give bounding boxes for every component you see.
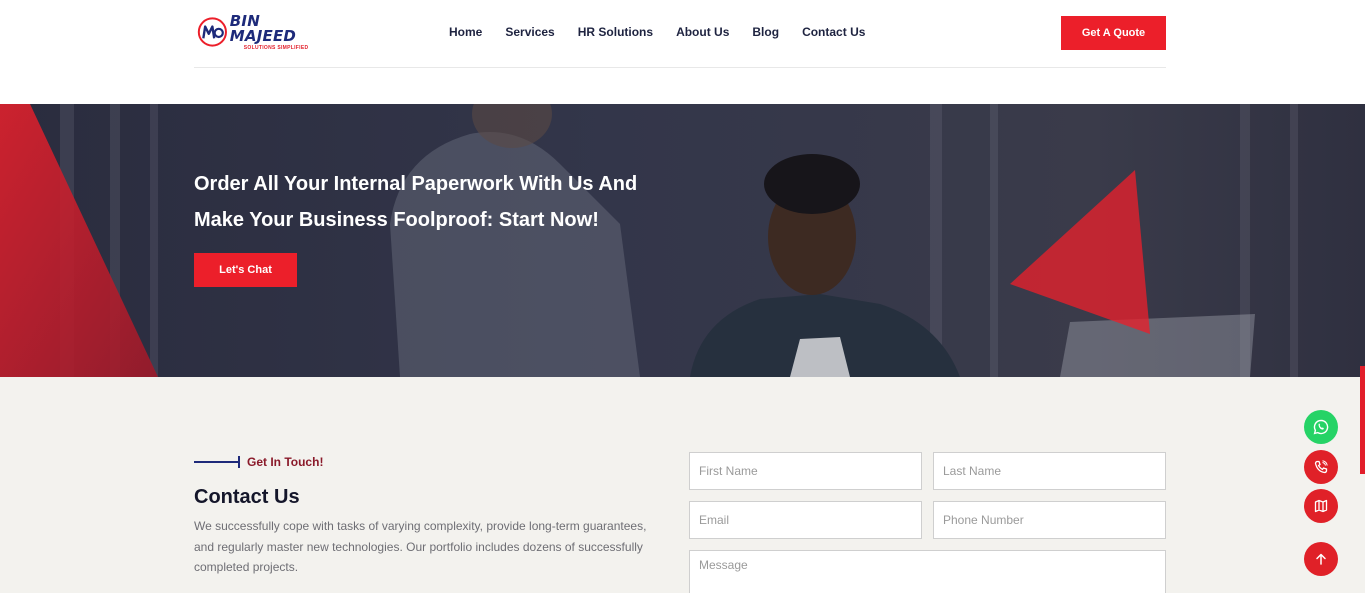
section-kicker: Get In Touch!	[194, 455, 323, 469]
arrow-up-icon	[1316, 553, 1326, 565]
phone-icon	[1314, 460, 1328, 474]
hero-title-line-1: Order All Your Internal Paperwork With U…	[194, 173, 638, 195]
hero-title: Order All Your Internal Paperwork With U…	[194, 166, 714, 238]
site-header: BIN MAJEED SOLUTIONS SIMPLIFIED Home Ser…	[0, 0, 1365, 104]
lets-chat-button[interactable]: Let's Chat	[194, 253, 297, 287]
scrollbar-thumb[interactable]	[1360, 366, 1365, 474]
nav-hr-solutions[interactable]: HR Solutions	[578, 25, 653, 39]
email-field[interactable]	[689, 501, 922, 539]
contact-description: We successfully cope with tasks of varyi…	[194, 519, 647, 574]
last-name-field[interactable]	[933, 452, 1166, 490]
contact-section: Get In Touch! Contact Us We successfully…	[0, 377, 1365, 593]
call-button[interactable]	[1304, 450, 1338, 484]
logo-name: BIN MAJEED	[229, 11, 297, 45]
contact-title: Contact Us	[194, 486, 300, 508]
message-field[interactable]	[689, 550, 1166, 593]
header-inner: BIN MAJEED SOLUTIONS SIMPLIFIED Home Ser…	[194, 0, 1166, 68]
hero-banner: Order All Your Internal Paperwork With U…	[0, 104, 1365, 377]
scroll-to-top-button[interactable]	[1304, 542, 1338, 576]
first-name-field[interactable]	[689, 452, 922, 490]
logo-text: BIN MAJEED SOLUTIONS SIMPLIFIED	[229, 11, 322, 51]
hero-background-image	[0, 104, 1365, 377]
nav-home[interactable]: Home	[449, 25, 482, 39]
page: BIN MAJEED SOLUTIONS SIMPLIFIED Home Ser…	[0, 0, 1365, 593]
nav-about-us[interactable]: About Us	[676, 25, 729, 39]
main-nav: Home Services HR Solutions About Us Blog…	[449, 25, 888, 39]
kicker-line-decoration	[194, 456, 240, 468]
hero-title-line-2: Make Your Business Foolproof: Start Now!	[194, 209, 599, 231]
map-icon	[1314, 499, 1328, 513]
logo-mark-icon	[197, 17, 227, 47]
nav-services[interactable]: Services	[505, 25, 554, 39]
logo-tagline: SOLUTIONS SIMPLIFIED	[243, 44, 309, 51]
phone-number-field[interactable]	[933, 501, 1166, 539]
get-a-quote-button[interactable]: Get A Quote	[1061, 16, 1166, 50]
brand-logo[interactable]: BIN MAJEED SOLUTIONS SIMPLIFIED	[197, 11, 322, 51]
whatsapp-icon	[1313, 419, 1329, 435]
kicker-text: Get In Touch!	[247, 455, 324, 469]
map-button[interactable]	[1304, 489, 1338, 523]
nav-blog[interactable]: Blog	[752, 25, 779, 39]
whatsapp-button[interactable]	[1304, 410, 1338, 444]
nav-contact-us[interactable]: Contact Us	[802, 25, 865, 39]
